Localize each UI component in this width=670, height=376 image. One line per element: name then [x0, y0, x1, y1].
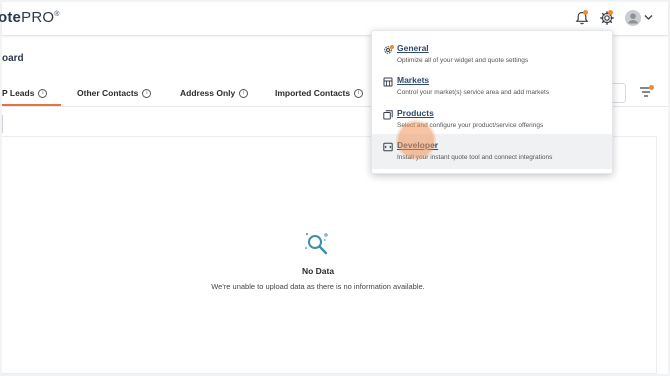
tab-leads[interactable]: P Leads i	[2, 88, 48, 99]
general-dot	[390, 45, 394, 49]
tab-other-contacts[interactable]: Other Contacts i	[77, 88, 152, 99]
settings-dot	[608, 10, 613, 15]
info-icon[interactable]: i	[142, 89, 152, 99]
menu-item-products[interactable]: Products Select and configure your produ…	[372, 102, 612, 134]
tab-label: P Leads	[2, 88, 35, 98]
menu-item-description: Control your market(s) service area and …	[397, 89, 550, 96]
products-icon	[383, 110, 393, 120]
info-icon[interactable]: i	[38, 89, 48, 99]
menu-item-developer[interactable]: Developer Install your instant quote too…	[372, 134, 612, 169]
store-icon	[383, 77, 393, 87]
menu-item-title[interactable]: Markets	[397, 75, 429, 85]
app-window: otePRO® oard P Leads i Other Contacts i …	[0, 2, 668, 374]
tab-label: Other Contacts	[77, 88, 139, 98]
menu-item-description: Optimize all of your widget and quote se…	[397, 57, 529, 64]
settings-menu: General Optimize all of your widget and …	[371, 30, 613, 174]
menu-item-title[interactable]: General	[397, 43, 429, 53]
menu-item-general[interactable]: General Optimize all of your widget and …	[372, 37, 612, 69]
info-icon[interactable]: i	[239, 89, 249, 99]
active-tab-indicator	[2, 104, 61, 106]
menu-item-markets[interactable]: Markets Control your market(s) service a…	[372, 69, 612, 101]
logo-mark: ®	[54, 11, 60, 18]
tab-address-only[interactable]: Address Only i	[180, 88, 249, 99]
info-icon[interactable]: i	[354, 89, 364, 99]
divider	[2, 115, 3, 133]
menu-item-description: Select and configure your product/servic…	[397, 122, 544, 129]
empty-state-description: We're unable to upload data as there is …	[211, 282, 425, 291]
notification-dot	[583, 10, 588, 15]
menu-item-title[interactable]: Developer	[397, 140, 438, 150]
logo-pro: PRO	[21, 9, 55, 26]
filter-dot	[649, 85, 654, 90]
code-icon	[383, 142, 393, 152]
menu-item-description: Install your instant quote tool and conn…	[397, 154, 553, 161]
logo-text: ote	[0, 9, 22, 26]
empty-state-title: No Data	[301, 266, 335, 276]
app-logo[interactable]: otePRO®	[0, 9, 60, 26]
search-icon	[305, 233, 328, 255]
menu-item-title[interactable]: Products	[397, 108, 434, 118]
page-title: oard	[2, 53, 24, 64]
chevron-down-icon[interactable]	[644, 14, 653, 21]
user-avatar-icon[interactable]	[625, 10, 641, 26]
tab-label: Imported Contacts	[275, 88, 351, 98]
tab-label: Address Only	[180, 88, 236, 98]
tab-imported-contacts[interactable]: Imported Contacts i	[275, 88, 364, 99]
